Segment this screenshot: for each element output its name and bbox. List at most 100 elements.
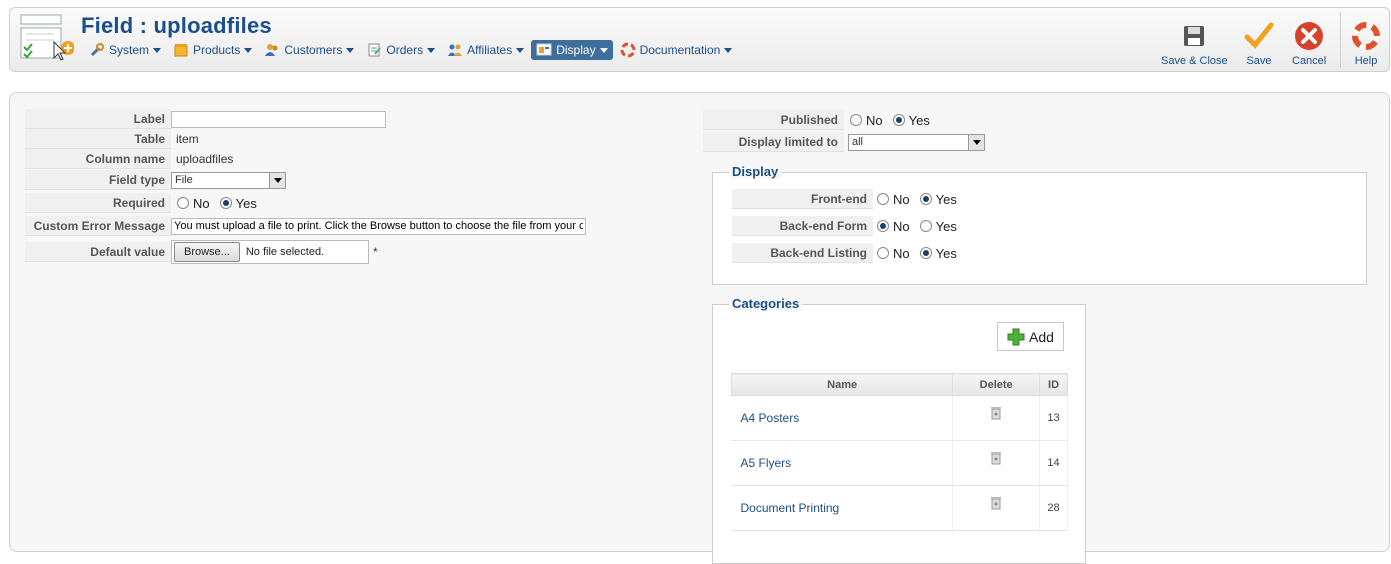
- back-end-form-no-radio[interactable]: [877, 220, 889, 232]
- dropdown-arrow-icon: [269, 172, 285, 188]
- table-field-label: Table: [25, 129, 171, 149]
- required-yes-radio[interactable]: [219, 197, 232, 209]
- column-header-delete: Delete: [952, 373, 1041, 396]
- front-end-yes-radio[interactable]: [919, 193, 932, 205]
- users-icon: [264, 42, 280, 58]
- field-type-select[interactable]: File: [171, 171, 286, 189]
- required-no-radio[interactable]: [177, 197, 189, 209]
- front-end-yes-label: Yes: [935, 191, 957, 207]
- content-panel: Label Table item Column name uploadfiles…: [9, 92, 1390, 564]
- help-label: Help: [1354, 55, 1378, 67]
- back-end-listing-no-label: No: [893, 245, 910, 261]
- chevron-down-icon: [724, 47, 733, 53]
- label-input[interactable]: [171, 110, 386, 128]
- menu-item-system[interactable]: System: [84, 41, 166, 59]
- back-end-form-row: Back-end Form No Yes: [732, 215, 965, 237]
- checkmark-icon: [1243, 20, 1275, 52]
- categories-fieldset: Categories Add Name Delete ID A4 Posters…: [712, 296, 1086, 564]
- trash-icon[interactable]: [990, 406, 1002, 420]
- category-id: 13: [1039, 395, 1068, 441]
- label-row: Label: [25, 108, 386, 130]
- required-marker: *: [373, 245, 378, 259]
- custom-error-label: Custom Error Message: [25, 216, 171, 236]
- cancel-button[interactable]: Cancel: [1292, 20, 1326, 67]
- field-type-label: Field type: [25, 170, 171, 190]
- menu-label-system: System: [109, 43, 150, 57]
- cancel-icon: [1293, 20, 1325, 52]
- display-limited-row: Display limited to all: [703, 131, 985, 153]
- default-value-row: Default value Browse... No file selected…: [25, 239, 378, 265]
- chevron-down-icon: [153, 47, 162, 53]
- help-lifebuoy-icon: [1350, 20, 1382, 52]
- categories-legend: Categories: [729, 296, 803, 311]
- menu-label-documentation: Documentation: [639, 43, 721, 57]
- save-label: Save: [1246, 55, 1272, 67]
- display-limited-label: Display limited to: [703, 132, 844, 152]
- main-menu: System Products Customers Orders Affilia…: [84, 40, 739, 60]
- back-end-listing-label: Back-end Listing: [732, 243, 873, 263]
- display-fieldset: Display Front-end No Yes Back-end Form N…: [712, 164, 1367, 285]
- menu-item-orders[interactable]: Orders: [361, 41, 440, 59]
- back-end-listing-row: Back-end Listing No Yes: [732, 242, 965, 264]
- column-name-value: uploadfiles: [176, 152, 234, 166]
- column-header-id[interactable]: ID: [1039, 373, 1068, 396]
- menu-item-products[interactable]: Products: [168, 41, 257, 59]
- published-no-radio[interactable]: [850, 114, 862, 126]
- menu-item-customers[interactable]: Customers: [259, 41, 359, 59]
- menu-item-affiliates[interactable]: Affiliates: [442, 41, 529, 59]
- published-row: Published No Yes: [703, 109, 938, 131]
- wrench-icon: [89, 42, 105, 58]
- save-button[interactable]: Save: [1243, 20, 1275, 67]
- required-no-label: No: [193, 195, 210, 211]
- category-id: 14: [1039, 440, 1068, 486]
- cancel-label: Cancel: [1292, 55, 1327, 67]
- floppy-disk-icon: [1178, 20, 1210, 52]
- display-limited-selected: all: [852, 135, 864, 148]
- label-field-label: Label: [25, 109, 171, 129]
- page-title: Field : uploadfiles: [81, 13, 272, 38]
- back-end-form-yes-radio[interactable]: [919, 220, 932, 232]
- front-end-no-radio[interactable]: [877, 193, 889, 205]
- menu-item-display[interactable]: Display: [531, 40, 613, 60]
- header-toolbar: Field : uploadfiles System Products Cust…: [9, 7, 1390, 72]
- trash-icon[interactable]: [990, 496, 1002, 510]
- file-status-text: No file selected.: [245, 246, 325, 258]
- table-row: A5 Flyers 14: [731, 440, 1068, 486]
- dropdown-arrow-icon: [968, 134, 984, 150]
- add-category-button[interactable]: Add: [997, 322, 1064, 351]
- box-icon: [173, 42, 189, 58]
- back-end-listing-yes-radio[interactable]: [919, 247, 932, 259]
- back-end-form-no-label: No: [893, 218, 910, 234]
- category-link[interactable]: A5 Flyers: [741, 456, 792, 470]
- add-plus-icon: [1007, 328, 1025, 346]
- menu-label-products: Products: [193, 43, 241, 57]
- required-row: Required No Yes: [25, 192, 265, 214]
- save-close-label: Save & Close: [1161, 55, 1228, 67]
- column-header-name[interactable]: Name: [730, 373, 954, 396]
- front-end-no-label: No: [893, 191, 910, 207]
- menu-item-documentation[interactable]: Documentation: [615, 41, 738, 59]
- browse-button[interactable]: Browse...: [174, 242, 240, 262]
- published-yes-radio[interactable]: [892, 114, 905, 126]
- custom-error-row: Custom Error Message: [25, 215, 586, 237]
- column-name-row: Column name uploadfiles: [25, 148, 233, 170]
- table-row: Table item: [25, 128, 199, 150]
- save-close-button[interactable]: Save & Close: [1161, 20, 1228, 67]
- menu-label-display: Display: [556, 43, 596, 57]
- chevron-down-icon: [346, 47, 355, 53]
- required-label: Required: [25, 193, 171, 213]
- display-icon: [536, 42, 552, 58]
- display-limited-select[interactable]: all: [848, 133, 985, 151]
- chevron-down-icon: [599, 47, 608, 53]
- back-end-listing-no-radio[interactable]: [877, 247, 889, 259]
- custom-error-input[interactable]: [171, 217, 586, 235]
- trash-icon[interactable]: [990, 451, 1002, 465]
- default-value-label: Default value: [25, 242, 171, 262]
- category-link[interactable]: A4 Posters: [741, 411, 800, 425]
- help-button[interactable]: Help: [1350, 20, 1382, 67]
- lifebuoy-icon: [620, 42, 636, 58]
- table-row: A4 Posters 13: [731, 395, 1068, 441]
- front-end-row: Front-end No Yes: [732, 188, 965, 210]
- back-end-listing-yes-label: Yes: [935, 245, 957, 261]
- category-link[interactable]: Document Printing: [741, 501, 840, 515]
